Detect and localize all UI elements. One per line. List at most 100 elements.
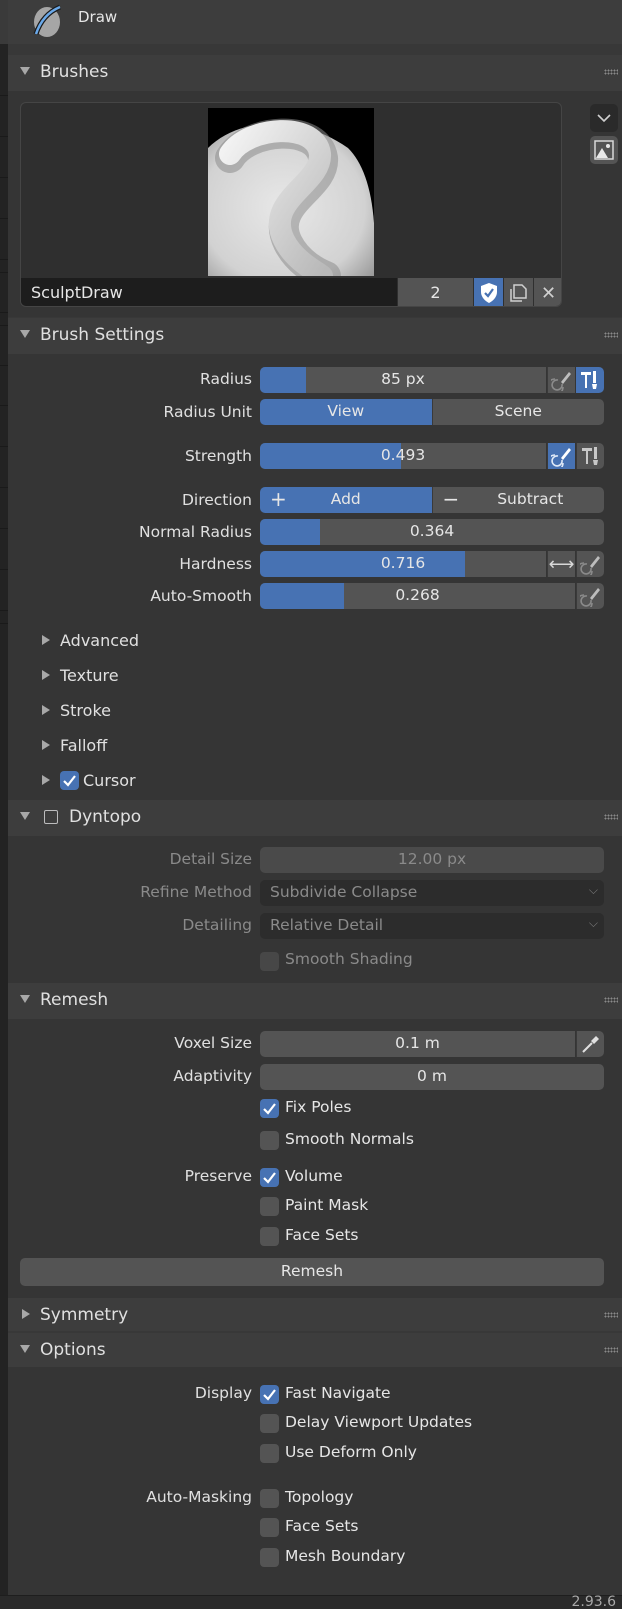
delay-viewport-updates-checkbox[interactable]	[260, 1414, 279, 1433]
fake-user-button[interactable]	[474, 278, 503, 306]
auto-smooth-pressure-button[interactable]	[576, 583, 604, 609]
panel-title: Symmetry	[40, 1305, 129, 1325]
preserve-paint-mask-label: Paint Mask	[285, 1196, 369, 1214]
minus-icon: −	[442, 487, 460, 511]
use-deform-only-label: Use Deform Only	[285, 1443, 417, 1461]
pen-pressure-icon	[550, 448, 571, 467]
subpanel-falloff[interactable]: Falloff	[8, 729, 622, 764]
drag-grip-icon[interactable]	[604, 814, 618, 820]
radius-unit-label: Radius Unit	[163, 403, 252, 421]
radius-label: Radius	[200, 370, 252, 388]
smooth-normals-checkbox[interactable]	[260, 1131, 279, 1150]
brush-users-count[interactable]: 2	[398, 278, 473, 306]
radius-unified-button[interactable]	[576, 367, 604, 393]
brush-list-dropdown-button[interactable]	[590, 104, 618, 132]
strength-slider[interactable]: 0.493	[260, 443, 546, 469]
adaptivity-field[interactable]: 0 m	[260, 1064, 604, 1090]
fix-poles-checkbox[interactable]	[260, 1099, 279, 1118]
remesh-button[interactable]: Remesh	[20, 1258, 604, 1286]
active-tool-row[interactable]: Draw	[8, 0, 622, 44]
radius-pressure-button[interactable]	[547, 367, 575, 393]
strength-unified-button[interactable]	[576, 443, 604, 469]
automask-topology-checkbox[interactable]	[260, 1489, 279, 1508]
panel-header-brush-settings[interactable]: Brush Settings	[8, 318, 622, 354]
hardness-pressure-button[interactable]	[576, 551, 604, 577]
hardness-invert-button[interactable]: ⟷	[547, 551, 575, 577]
voxel-size-field[interactable]: 0.1 m	[260, 1031, 575, 1057]
plus-icon: +	[270, 487, 287, 511]
refine-method-label: Refine Method	[140, 883, 252, 901]
duplicate-icon	[509, 284, 527, 302]
cursor-enable-checkbox[interactable]	[60, 771, 79, 790]
hardness-slider[interactable]: 0.716	[260, 551, 546, 577]
auto-smooth-slider[interactable]: 0.268	[260, 583, 575, 609]
detail-size-field[interactable]: 12.00 px	[260, 847, 604, 873]
subpanel-stroke[interactable]: Stroke	[8, 694, 622, 729]
pen-pressure-icon	[579, 556, 600, 575]
subpanel-cursor[interactable]: Cursor	[8, 764, 622, 799]
panel-header-options[interactable]: Options	[8, 1333, 622, 1367]
panel-header-symmetry[interactable]: Symmetry	[8, 1298, 622, 1331]
refine-method-dropdown[interactable]: Subdivide Collapse ⌵	[260, 880, 604, 906]
panel-header-remesh[interactable]: Remesh	[8, 983, 622, 1019]
preserve-paint-mask-checkbox[interactable]	[260, 1197, 279, 1216]
brush-custom-icon-button[interactable]	[590, 136, 618, 164]
drag-grip-icon[interactable]	[604, 1347, 618, 1353]
direction-toggle: + Add − Subtract	[260, 487, 604, 513]
automask-face-sets-label: Face Sets	[285, 1517, 359, 1535]
dyntopo-enable-checkbox[interactable]	[44, 810, 58, 824]
delay-viewport-updates-label: Delay Viewport Updates	[285, 1413, 473, 1431]
drag-grip-icon[interactable]	[604, 1312, 618, 1318]
voxel-size-eyedropper-button[interactable]	[576, 1031, 604, 1057]
preserve-face-sets-checkbox[interactable]	[260, 1227, 279, 1246]
collapsed-triangle-icon	[42, 635, 50, 645]
pen-pressure-icon	[550, 372, 571, 391]
normal-radius-label: Normal Radius	[139, 523, 252, 541]
collapsed-triangle-icon	[42, 670, 50, 680]
smooth-shading-checkbox[interactable]	[260, 952, 279, 971]
subpanel-advanced[interactable]: Advanced	[8, 624, 622, 659]
unlink-brush-button[interactable]: ✕	[534, 278, 561, 306]
direction-add[interactable]: + Add	[260, 487, 432, 513]
use-deform-only-checkbox[interactable]	[260, 1444, 279, 1463]
panel-header-dyntopo[interactable]: Dyntopo	[8, 800, 622, 836]
detailing-dropdown[interactable]: Relative Detail ⌵	[260, 913, 604, 939]
checkmark-icon	[63, 775, 76, 787]
fast-navigate-checkbox[interactable]	[260, 1385, 279, 1404]
radius-slider[interactable]: 85 px	[260, 367, 546, 393]
automask-mesh-boundary-checkbox[interactable]	[260, 1548, 279, 1567]
radius-unit-view[interactable]: View	[260, 399, 432, 425]
image-icon	[594, 140, 614, 160]
smooth-normals-label: Smooth Normals	[285, 1130, 414, 1148]
brush-preview[interactable]: SculptDraw 2 ✕	[20, 102, 562, 307]
detail-size-label: Detail Size	[169, 850, 252, 868]
radius-unit-scene[interactable]: Scene	[431, 399, 604, 425]
smooth-shading-label: Smooth Shading	[285, 950, 413, 968]
normal-radius-slider[interactable]: 0.364	[260, 519, 604, 545]
subpanel-texture[interactable]: Texture	[8, 659, 622, 694]
panel-header-brushes[interactable]: Brushes	[8, 55, 622, 91]
editor-edge	[0, 0, 8, 1595]
checkmark-icon	[263, 1172, 276, 1184]
drag-grip-icon[interactable]	[604, 332, 618, 338]
strength-pressure-button[interactable]	[547, 443, 575, 469]
collapsed-triangle-icon	[42, 775, 50, 785]
properties-panel: Draw Brushes SculptDraw 2 ✕ Brush Settin…	[8, 0, 622, 1595]
drag-grip-icon[interactable]	[604, 997, 618, 1003]
detailing-label: Detailing	[182, 916, 252, 934]
duplicate-brush-button[interactable]	[504, 278, 533, 306]
checkmark-icon	[263, 1103, 276, 1115]
double-arrow-icon: ⟷	[548, 553, 575, 575]
strength-label: Strength	[184, 447, 252, 465]
chevron-down-icon: ⌵	[588, 883, 598, 897]
expand-triangle-icon	[20, 67, 30, 75]
direction-subtract[interactable]: − Subtract	[431, 487, 604, 513]
auto-smooth-label: Auto-Smooth	[150, 587, 252, 605]
unified-brush-icon	[581, 447, 598, 465]
automask-face-sets-checkbox[interactable]	[260, 1518, 279, 1537]
version-text: 2.93.6	[571, 1594, 616, 1609]
panel-title: Remesh	[40, 990, 109, 1010]
drag-grip-icon[interactable]	[604, 69, 618, 75]
brush-name-field[interactable]: SculptDraw	[21, 278, 397, 306]
preserve-volume-checkbox[interactable]	[260, 1168, 279, 1187]
